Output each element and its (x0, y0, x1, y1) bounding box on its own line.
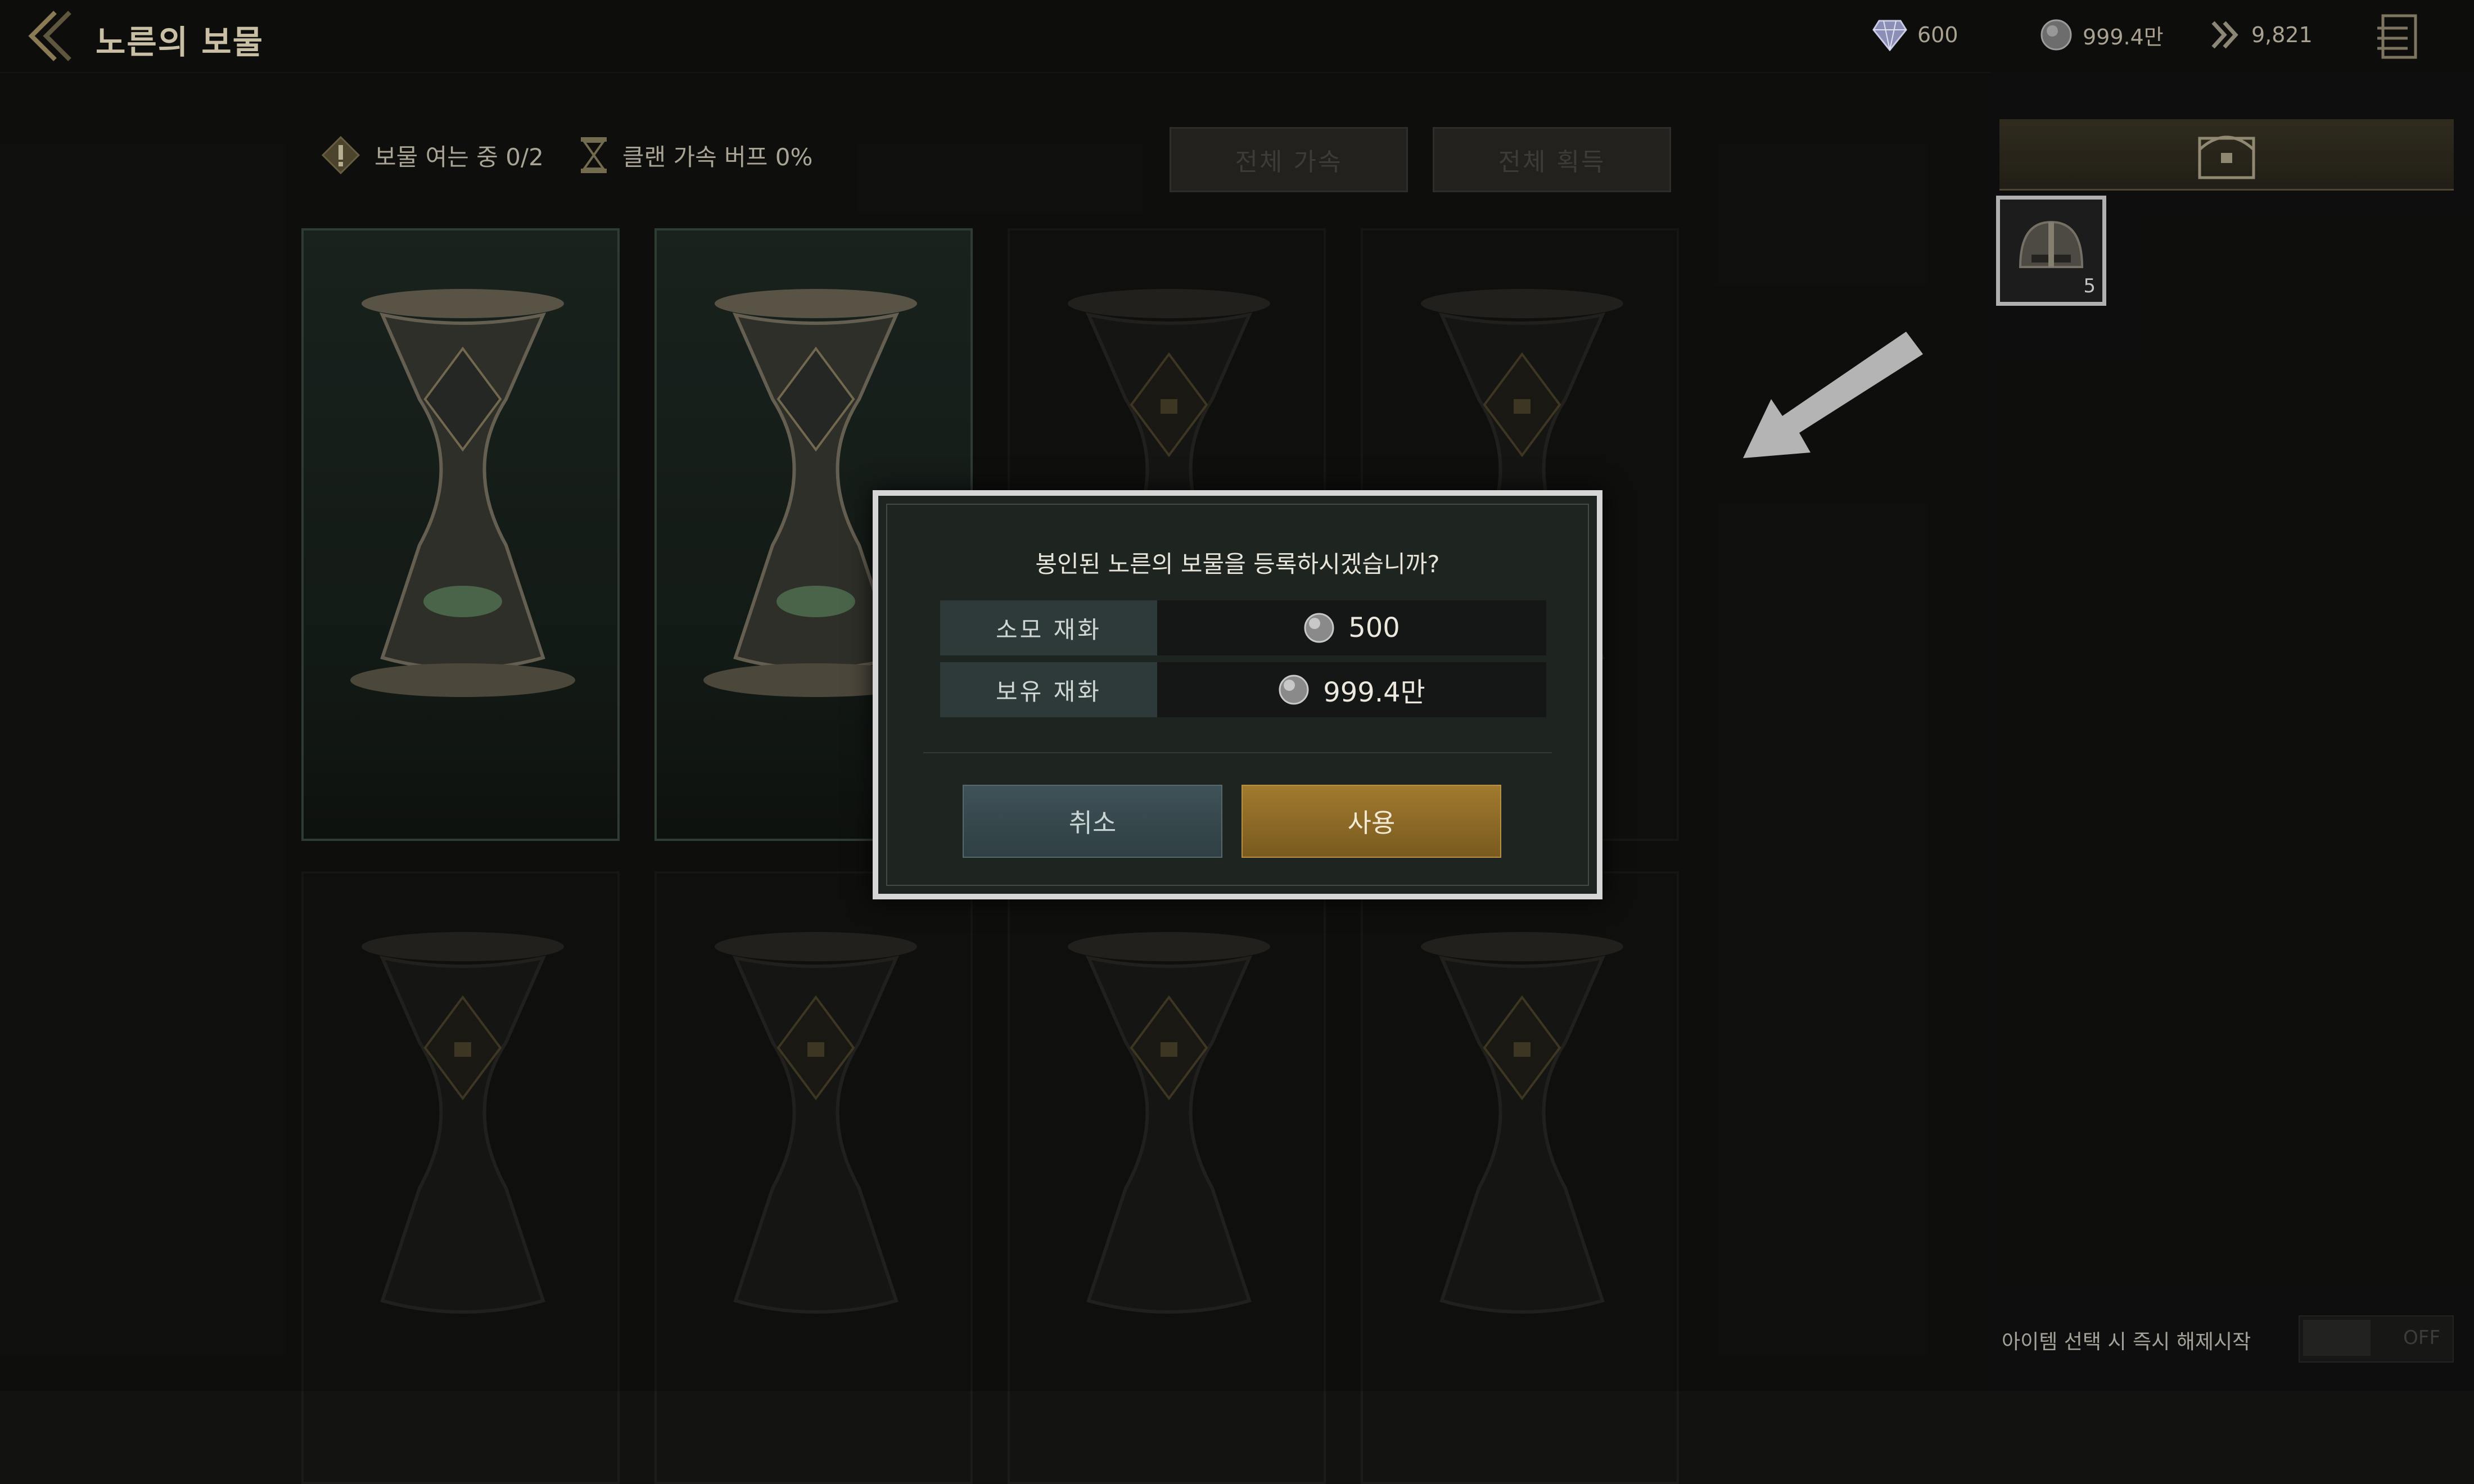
silver-coin-icon (1304, 613, 1334, 643)
cost-value: 500 (1348, 612, 1400, 644)
use-button[interactable]: 사용 (1241, 785, 1501, 858)
clan-buff-text: 클랜 가속 버프 0% (622, 143, 813, 171)
speed-all-button[interactable]: 전체 가속 (1170, 127, 1408, 192)
locked-treasure-slot[interactable] (1008, 871, 1326, 1484)
menu-icon (2377, 14, 2417, 59)
dialog-divider (923, 752, 1552, 753)
hourglass-icon (580, 137, 607, 173)
back-button[interactable] (16, 8, 78, 64)
owned-row: 보유 재화 999.4만 (940, 662, 1546, 717)
owned-value: 999.4만 (1323, 677, 1425, 708)
silver-coin-icon (2040, 19, 2072, 51)
silver-amount: 999.4만 (2083, 24, 2164, 49)
toggle-state-text: OFF (2403, 1327, 2440, 1349)
page-title: 노른의 보물 (96, 23, 264, 61)
diamond-amount: 600 (1917, 22, 1958, 47)
locked-hourglass-icon (1421, 932, 1623, 1314)
opening-status: 보물 여는 중 0/2 (320, 135, 544, 175)
cost-label: 소모 재화 (940, 600, 1157, 655)
treasure-chest-icon (2198, 135, 2255, 179)
locked-hourglass-icon (362, 932, 564, 1314)
obtain-all-button[interactable]: 전체 획득 (1433, 127, 1671, 192)
diamond-icon (1872, 20, 1907, 51)
register-treasure-dialog: 봉인된 노른의 보물을 등록하시겠습니까? 소모 재화 500 보유 재화 99… (873, 490, 1602, 899)
chevron-currency: 9,821 (2210, 17, 2313, 53)
diamond-currency: 600 (1872, 17, 1958, 53)
locked-treasure-slot[interactable] (654, 871, 973, 1484)
silver-coin-icon (1279, 675, 1309, 705)
owned-value-cell: 999.4만 (1157, 662, 1546, 717)
locked-treasure-slot[interactable] (1361, 871, 1679, 1484)
locked-hourglass-icon (1068, 932, 1270, 1314)
locked-hourglass-icon (715, 932, 917, 1314)
back-chevron-icon (28, 11, 71, 61)
owned-label: 보유 재화 (940, 662, 1157, 717)
toggle-knob (2303, 1320, 2371, 1356)
clan-buff-status: 클랜 가속 버프 0% (579, 135, 813, 175)
locked-treasure-slot[interactable] (301, 871, 620, 1484)
chevron-arrow-icon (2211, 21, 2238, 49)
helmet-item-slot[interactable]: 5 (1996, 196, 2106, 306)
dialog-message: 봉인된 노른의 보물을 등록하시겠습니까? (1035, 550, 1440, 578)
cancel-button[interactable]: 취소 (963, 785, 1222, 858)
cost-row: 소모 재화 500 (940, 600, 1546, 655)
chevron-amount: 9,821 (2251, 22, 2313, 47)
pointer-arrow-icon (1737, 326, 1929, 469)
instant-unlock-toggle[interactable]: OFF (2299, 1315, 2454, 1363)
menu-button[interactable] (2373, 11, 2423, 62)
warning-diamond-icon (321, 135, 360, 175)
status-row: 보물 여는 중 0/2 클랜 가속 버프 0% (320, 135, 812, 175)
hourglass-pedestal-icon (350, 289, 575, 697)
opening-text: 보물 여는 중 0/2 (374, 143, 544, 171)
item-count: 5 (2083, 275, 2096, 297)
silver-currency: 999.4만 (2040, 17, 2164, 53)
instant-unlock-label: 아이템 선택 시 즉시 해제시작 (2002, 1331, 2251, 1354)
cost-value-cell: 500 (1157, 600, 1546, 655)
treasure-slot[interactable] (301, 228, 620, 841)
chest-tab[interactable] (1999, 119, 2454, 191)
